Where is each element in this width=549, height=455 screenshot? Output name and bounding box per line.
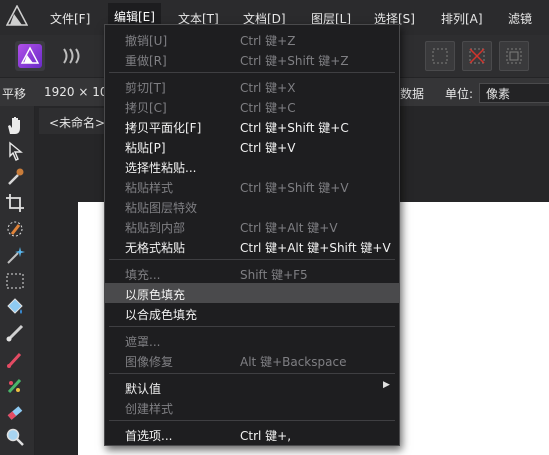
menu-item[interactable]: 粘贴图层特效	[105, 196, 399, 216]
menu-item[interactable]: 无格式粘贴 Ctrl 键+Alt 键+Shift 键+V	[105, 236, 399, 256]
menu-item-label: 撤销[U]	[125, 34, 168, 48]
menu-item[interactable]: 选择性粘贴...	[105, 156, 399, 176]
menu-item-label: 粘贴样式	[125, 181, 174, 195]
erase-brush-icon[interactable]	[4, 400, 26, 422]
menu-item[interactable]: 以合成色填充	[105, 303, 399, 323]
menu-separator	[109, 420, 395, 421]
menu-item-shortcut: Ctrl 键+C	[240, 101, 296, 115]
menu-item[interactable]: 粘贴样式 Ctrl 键+Shift 键+V	[105, 176, 399, 196]
menu-item[interactable]: 以原色填充	[105, 283, 399, 303]
deselect-icon	[469, 48, 485, 64]
menu-item-label: 粘贴到内部	[125, 221, 186, 235]
menu-item[interactable]: 遮罩...	[105, 330, 399, 350]
toolbar-button-2[interactable]	[462, 41, 492, 71]
menu-separator	[109, 373, 395, 374]
unit-label: 单位:	[445, 87, 474, 101]
menu-item-label: 以合成色填充	[125, 308, 198, 322]
menu-item[interactable]: 图像修复 Alt 键+Backspace	[105, 350, 399, 370]
menu-item-shortcut: Ctrl 键+Shift 键+V	[240, 181, 349, 195]
mixer-brush-icon[interactable]	[4, 374, 26, 396]
magic-wand-icon[interactable]	[4, 244, 26, 266]
unit-select-value: 像素	[486, 87, 511, 101]
menu-item-shortcut: Ctrl 键+Shift 键+Z	[240, 54, 349, 68]
selection-brush-icon[interactable]	[4, 218, 26, 240]
crop-tool-icon[interactable]	[4, 192, 26, 214]
menu-item[interactable]: 首选项... Ctrl 键+,	[105, 424, 399, 444]
data-label: 数据	[400, 87, 425, 101]
menu-item-label: 以原色填充	[125, 288, 186, 302]
unit-select[interactable]: 像素	[479, 83, 549, 103]
menu-item-label: 无格式粘贴	[125, 241, 186, 255]
toolbar-button-1[interactable]	[425, 41, 455, 71]
color-picker-icon[interactable]	[4, 166, 26, 188]
menu-item[interactable]: 粘贴[P] Ctrl 键+V	[105, 136, 399, 156]
menu-item-label: 剪切[T]	[125, 81, 166, 95]
menu-item[interactable]: 默认值 ▶	[105, 377, 399, 397]
menu-separator	[109, 72, 395, 73]
menu-item-shortcut: Ctrl 键+Z	[240, 34, 296, 48]
liquify-persona-icon[interactable]	[60, 43, 86, 69]
menu-item-label: 首选项...	[125, 429, 173, 443]
selection-pattern-icon	[432, 48, 448, 64]
invert-selection-icon	[506, 48, 522, 64]
zoom-tool-icon[interactable]	[4, 426, 26, 448]
menu-item-label: 重做[R]	[125, 54, 167, 68]
menu-separator	[109, 326, 395, 327]
edit-menu-dropdown: 撤销[U] Ctrl 键+Z 重做[R] Ctrl 键+Shift 键+Z 剪切[T] C…	[104, 24, 400, 446]
menu-separator	[109, 259, 395, 260]
menu-item-shortcut: Ctrl 键+X	[240, 81, 296, 95]
menu-arrange[interactable]: 排列[A]	[441, 10, 483, 27]
menu-item-label: 图像修复	[125, 355, 174, 369]
menu-item[interactable]: 重做[R] Ctrl 键+Shift 键+Z	[105, 49, 399, 69]
menu-item[interactable]: 拷贝平面化[F] Ctrl 键+Shift 键+C	[105, 116, 399, 136]
menu-item-label: 拷贝[C]	[125, 101, 167, 115]
marquee-tool-icon[interactable]	[4, 270, 26, 292]
gradient-tool-icon[interactable]	[4, 322, 26, 344]
menu-item[interactable]: 粘贴到内部 Ctrl 键+Alt 键+V	[105, 216, 399, 236]
menu-item-label: 遮罩...	[125, 335, 161, 349]
flood-fill-icon[interactable]	[4, 296, 26, 318]
tools-panel	[0, 106, 35, 455]
move-tool-icon[interactable]	[4, 140, 26, 162]
photo-persona-icon	[18, 44, 42, 68]
menu-item-shortcut: Alt 键+Backspace	[240, 355, 347, 369]
menu-item-label: 默认值	[125, 382, 162, 396]
menu-item[interactable]: 剪切[T] Ctrl 键+X	[105, 76, 399, 96]
menu-item-label: 粘贴图层特效	[125, 201, 198, 215]
menu-item-shortcut: Ctrl 键+Alt 键+Shift 键+V	[240, 241, 391, 255]
menu-filters[interactable]: 滤镜	[508, 10, 532, 27]
menu-item-label: 粘贴[P]	[125, 141, 166, 155]
menu-item[interactable]: 撤销[U] Ctrl 键+Z	[105, 29, 399, 49]
menu-item[interactable]: 创建样式	[105, 397, 399, 417]
menu-item-label: 创建样式	[125, 402, 174, 416]
submenu-arrow-icon: ▶	[383, 380, 390, 390]
menu-item-label: 填充...	[125, 268, 161, 282]
affinity-photo-logo-icon[interactable]	[6, 5, 28, 27]
menu-item[interactable]: 填充... Shift 键+F5	[105, 263, 399, 283]
toolbar-button-3[interactable]	[499, 41, 529, 71]
menu-item-label: 选择性粘贴...	[125, 161, 197, 175]
menu-file[interactable]: 文件[F]	[50, 10, 90, 27]
menu-item-shortcut: Ctrl 键+V	[240, 141, 296, 155]
hand-tool-icon[interactable]	[4, 114, 26, 136]
menu-item-label: 拷贝平面化[F]	[125, 121, 202, 135]
menu-item-shortcut: Ctrl 键+,	[240, 429, 292, 443]
menu-item[interactable]: 拷贝[C] Ctrl 键+C	[105, 96, 399, 116]
menu-item-shortcut: Ctrl 键+Shift 键+C	[240, 121, 349, 135]
paint-brush-icon[interactable]	[4, 348, 26, 370]
tool-name-label: 平移	[2, 87, 27, 101]
menu-item-shortcut: Shift 键+F5	[240, 268, 308, 282]
photo-persona-button[interactable]	[15, 41, 45, 71]
menu-item-shortcut: Ctrl 键+Alt 键+V	[240, 221, 338, 235]
